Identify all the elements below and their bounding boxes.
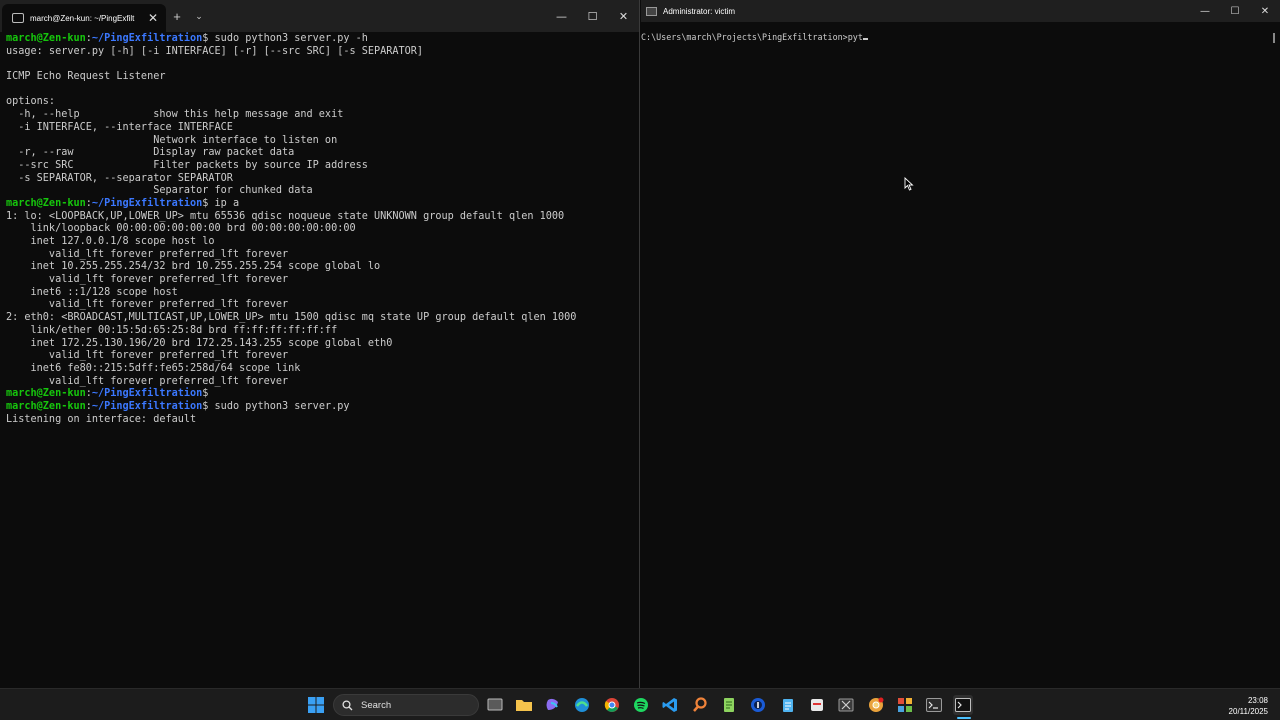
app-icon[interactable] [807,695,827,715]
terminal-tab-icon [12,13,24,23]
taskbar: Search 23:08 20/11/2025 [0,688,1280,720]
terminal-line: -r, --raw Display raw packet data [6,147,295,159]
terminal-line: inet 10.255.255.254/32 brd 10.255.255.25… [6,261,381,273]
window-controls-left: — ☐ ✕ [546,0,639,32]
terminal-line: usage: server.py [-h] [-i INTERFACE] [-r… [6,45,424,57]
system-clock[interactable]: 23:08 20/11/2025 [1229,695,1268,717]
cmd-console[interactable]: C:\Users\march\Projects\PingExfiltration… [641,32,868,42]
prompt-command: $ [202,388,209,400]
text-cursor [862,38,868,40]
terminal-line: options: [6,96,56,108]
prompt-user: march@Zen-kun [6,33,86,44]
edge-icon[interactable] [572,695,592,715]
terminal-line: -h, --help show this help message and ex… [6,109,344,121]
prompt-user: march@Zen-kun [6,388,86,400]
terminal-line: 1: lo: <LOOPBACK,UP,LOWER_UP> mtu 65536 … [6,210,565,222]
terminal-line: Listening on interface: default [6,413,197,425]
prompt-path: ~/PingExfiltration [91,388,203,400]
scrollbar-thumb[interactable] [1273,33,1275,43]
vscode-icon[interactable] [660,695,680,715]
terminal-line: inet6 ::1/128 scope host [6,286,178,298]
mouse-pointer-icon [904,177,914,191]
terminal-line: inet6 fe80::215:5dff:fe65:258d/64 scope … [6,362,301,374]
cmd-icon[interactable] [953,695,973,715]
terminal-line: valid_lft forever preferred_lft forever [6,274,289,286]
snipping-tool-icon[interactable] [836,695,856,715]
terminal-output[interactable]: march@Zen-kun:~/PingExfiltration$ sudo p… [6,33,635,688]
cmd-icon [646,6,657,16]
prompt-command: $ sudo python3 server.py -h [202,33,368,44]
terminal-tab[interactable]: march@Zen-kun: ~/PingExfilt ✕ [2,4,166,32]
terminal-line: -s SEPARATOR, --separator SEPARATOR [6,172,233,184]
terminal-line: valid_lft forever preferred_lft forever [6,248,289,260]
terminal-line: valid_lft forever preferred_lft forever [6,375,289,387]
new-tab-button[interactable]: + [166,9,188,24]
active-app-indicator [957,717,971,719]
prompt-path: ~/PingExfiltration [91,400,203,412]
windows-start-icon[interactable] [306,695,326,715]
terminal-line: --src SRC Filter packets by source IP ad… [6,159,368,171]
minimize-icon[interactable]: — [546,0,577,32]
terminal-line: march@Zen-kun:~/PingExfiltration$ [6,388,635,401]
terminal-line: link/ether 00:15:5d:65:25:8d brd ff:ff:f… [6,324,338,336]
terminal-line: Network interface to listen on [6,134,338,146]
close-icon[interactable]: ✕ [1250,0,1280,22]
terminal-line: valid_lft forever preferred_lft forever [6,299,289,311]
onepassword-icon[interactable] [748,695,768,715]
terminal-line: march@Zen-kun:~/PingExfiltration$ ip a [6,198,635,211]
notepad-plus-plus-icon[interactable] [719,695,739,715]
cmd-window-right[interactable]: Administrator: victim — ☐ ✕ C:\Users\mar… [641,0,1280,688]
prompt-user: march@Zen-kun [6,400,86,412]
terminal-window-left[interactable]: march@Zen-kun: ~/PingExfilt ✕ + ⌄ — ☐ ✕ … [0,0,640,688]
terminal-line: march@Zen-kun:~/PingExfiltration$ sudo p… [6,401,635,414]
chrome-icon[interactable] [602,695,622,715]
terminal-line: Separator for chunked data [6,185,313,197]
terminal-line: inet 172.25.130.196/20 brd 172.25.143.25… [6,337,393,349]
terminal-titlebar[interactable]: march@Zen-kun: ~/PingExfilt ✕ + ⌄ — ☐ ✕ [0,0,639,32]
close-tab-icon[interactable]: ✕ [146,11,160,25]
search-app-icon[interactable] [690,695,710,715]
terminal-line: -i INTERFACE, --interface INTERFACE [6,121,233,133]
clock-time: 23:08 [1247,696,1268,705]
maximize-icon[interactable]: ☐ [577,0,608,32]
task-view-icon[interactable] [485,695,505,715]
terminal-line: ICMP Echo Request Listener [6,71,166,83]
minimize-icon[interactable]: — [1190,0,1220,22]
terminal-line: link/loopback 00:00:00:00:00:00 brd 00:0… [6,223,356,235]
copilot-icon[interactable] [543,695,563,715]
prompt-path: ~/PingExfiltration [91,33,203,44]
notepad-icon[interactable] [778,695,798,715]
terminal-line: inet 127.0.0.1/8 scope host lo [6,236,215,247]
search-icon [342,699,353,710]
terminal-icon[interactable] [924,695,944,715]
prompt-command: $ ip a [202,197,240,209]
cmd-titlebar[interactable]: Administrator: victim — ☐ ✕ [641,0,1280,22]
file-explorer-icon[interactable] [514,695,534,715]
close-icon[interactable]: ✕ [608,0,639,32]
clock-date: 20/11/2025 [1228,707,1268,716]
cmd-window-title: Administrator: victim [663,6,736,16]
terminal-tab-title: march@Zen-kun: ~/PingExfilt [30,13,135,23]
maximize-icon[interactable]: ☐ [1220,0,1250,22]
terminal-line: march@Zen-kun:~/PingExfiltration$ sudo p… [6,33,635,46]
search-placeholder: Search [361,699,392,711]
spotify-icon[interactable] [631,695,651,715]
app-grid-icon[interactable] [895,695,915,715]
taskbar-search[interactable]: Search [333,694,479,716]
prompt-user: march@Zen-kun [6,197,86,209]
window-controls-right: — ☐ ✕ [1190,0,1280,22]
prompt-command: $ sudo python3 server.py [202,400,350,412]
tab-dropdown-button[interactable]: ⌄ [188,11,210,22]
cmd-prompt-line: C:\Users\march\Projects\PingExfiltration… [641,32,863,42]
terminal-line: 2: eth0: <BROADCAST,MULTICAST,UP,LOWER_U… [6,312,577,324]
chrome-canary-icon[interactable] [866,695,886,715]
terminal-line: valid_lft forever preferred_lft forever [6,350,289,362]
prompt-path: ~/PingExfiltration [91,197,203,209]
